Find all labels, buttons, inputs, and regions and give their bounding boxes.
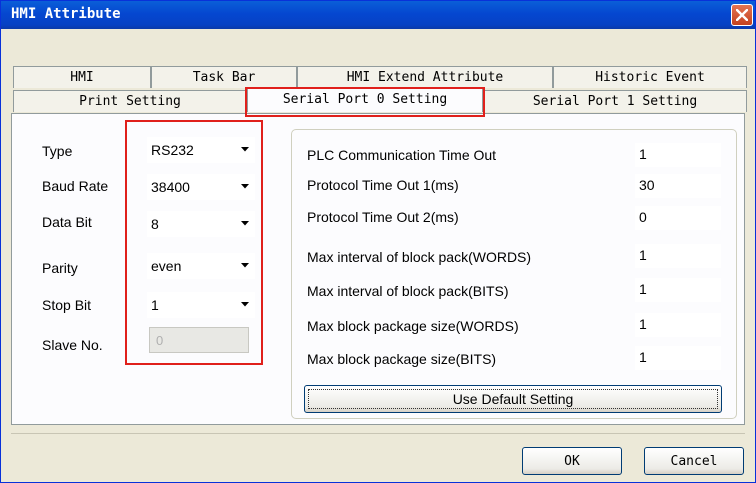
timing-settings-group: [291, 129, 737, 419]
window-title: HMI Attribute: [11, 6, 121, 22]
field-value: 1: [639, 281, 647, 297]
type-select[interactable]: RS232: [147, 137, 255, 163]
timing-label-6: Max block package size(BITS): [307, 351, 497, 367]
timing-label-4: Max interval of block pack(BITS): [307, 283, 509, 299]
field-value: 1: [639, 247, 647, 263]
parity-value: even: [151, 258, 182, 274]
baud-rate-value: 38400: [151, 179, 190, 195]
timing-label-2: Protocol Time Out 2(ms): [307, 209, 459, 225]
button-separator: [11, 433, 745, 434]
plc-comm-timeout-field[interactable]: 1: [635, 143, 721, 167]
chevron-down-icon: [241, 263, 249, 268]
max-interval-bits-field[interactable]: 1: [635, 278, 721, 302]
ok-label: OK: [564, 454, 580, 469]
parity-select[interactable]: even: [147, 253, 255, 279]
protocol-timeout-1-field[interactable]: 30: [635, 174, 721, 198]
tab-task-bar[interactable]: Task Bar: [151, 66, 297, 88]
tab-historic-event[interactable]: Historic Event: [553, 66, 747, 88]
field-value: 1: [639, 349, 647, 365]
title-bar: HMI Attribute: [1, 1, 755, 29]
slave-no-value: 0: [156, 333, 164, 348]
tab-print-setting[interactable]: Print Setting: [13, 90, 247, 112]
parity-label: Parity: [42, 260, 78, 276]
max-block-size-bits-field[interactable]: 1: [635, 346, 721, 370]
slave-no-input[interactable]: 0: [149, 327, 249, 353]
tab-hmi-extend-attribute[interactable]: HMI Extend Attribute: [297, 66, 553, 88]
timing-label-5: Max block package size(WORDS): [307, 318, 519, 334]
field-value: 0: [639, 209, 647, 225]
close-icon: [736, 9, 748, 21]
slave-no-label: Slave No.: [42, 337, 103, 353]
type-label: Type: [42, 143, 73, 159]
data-bit-label: Data Bit: [42, 214, 92, 230]
field-value: 30: [639, 177, 655, 193]
stop-bit-value: 1: [151, 297, 159, 313]
chevron-down-icon: [241, 184, 249, 189]
chevron-down-icon: [241, 147, 249, 152]
use-default-setting-button[interactable]: Use Default Setting: [304, 385, 722, 413]
max-interval-words-field[interactable]: 1: [635, 244, 721, 268]
use-default-label: Use Default Setting: [452, 391, 574, 407]
cancel-label: Cancel: [670, 454, 718, 469]
baud-rate-select[interactable]: 38400: [147, 174, 255, 200]
protocol-timeout-2-field[interactable]: 0: [635, 206, 721, 230]
tab-serial-port-0-setting[interactable]: Serial Port 0 Setting: [247, 88, 483, 112]
hmi-attribute-dialog: HMI Attribute HMI Task Bar HMI Extend At…: [0, 0, 756, 483]
chevron-down-icon: [241, 302, 249, 307]
tab-hmi[interactable]: HMI: [13, 66, 151, 88]
stop-bit-select[interactable]: 1: [147, 292, 255, 318]
field-value: 1: [639, 316, 647, 332]
close-button[interactable]: [731, 4, 753, 26]
tab-serial-port-1-setting[interactable]: Serial Port 1 Setting: [483, 90, 747, 112]
cancel-button[interactable]: Cancel: [644, 447, 744, 475]
max-block-size-words-field[interactable]: 1: [635, 313, 721, 337]
timing-label-0: PLC Communication Time Out: [307, 147, 497, 163]
stop-bit-label: Stop Bit: [42, 297, 92, 313]
ok-button[interactable]: OK: [522, 447, 622, 475]
baud-rate-label: Baud Rate: [42, 178, 109, 194]
field-value: 1: [639, 146, 647, 162]
timing-label-3: Max interval of block pack(WORDS): [307, 249, 532, 265]
timing-label-1: Protocol Time Out 1(ms): [307, 177, 459, 193]
chevron-down-icon: [241, 221, 249, 226]
type-value: RS232: [151, 142, 194, 158]
data-bit-select[interactable]: 8: [147, 211, 255, 237]
data-bit-value: 8: [151, 216, 159, 232]
